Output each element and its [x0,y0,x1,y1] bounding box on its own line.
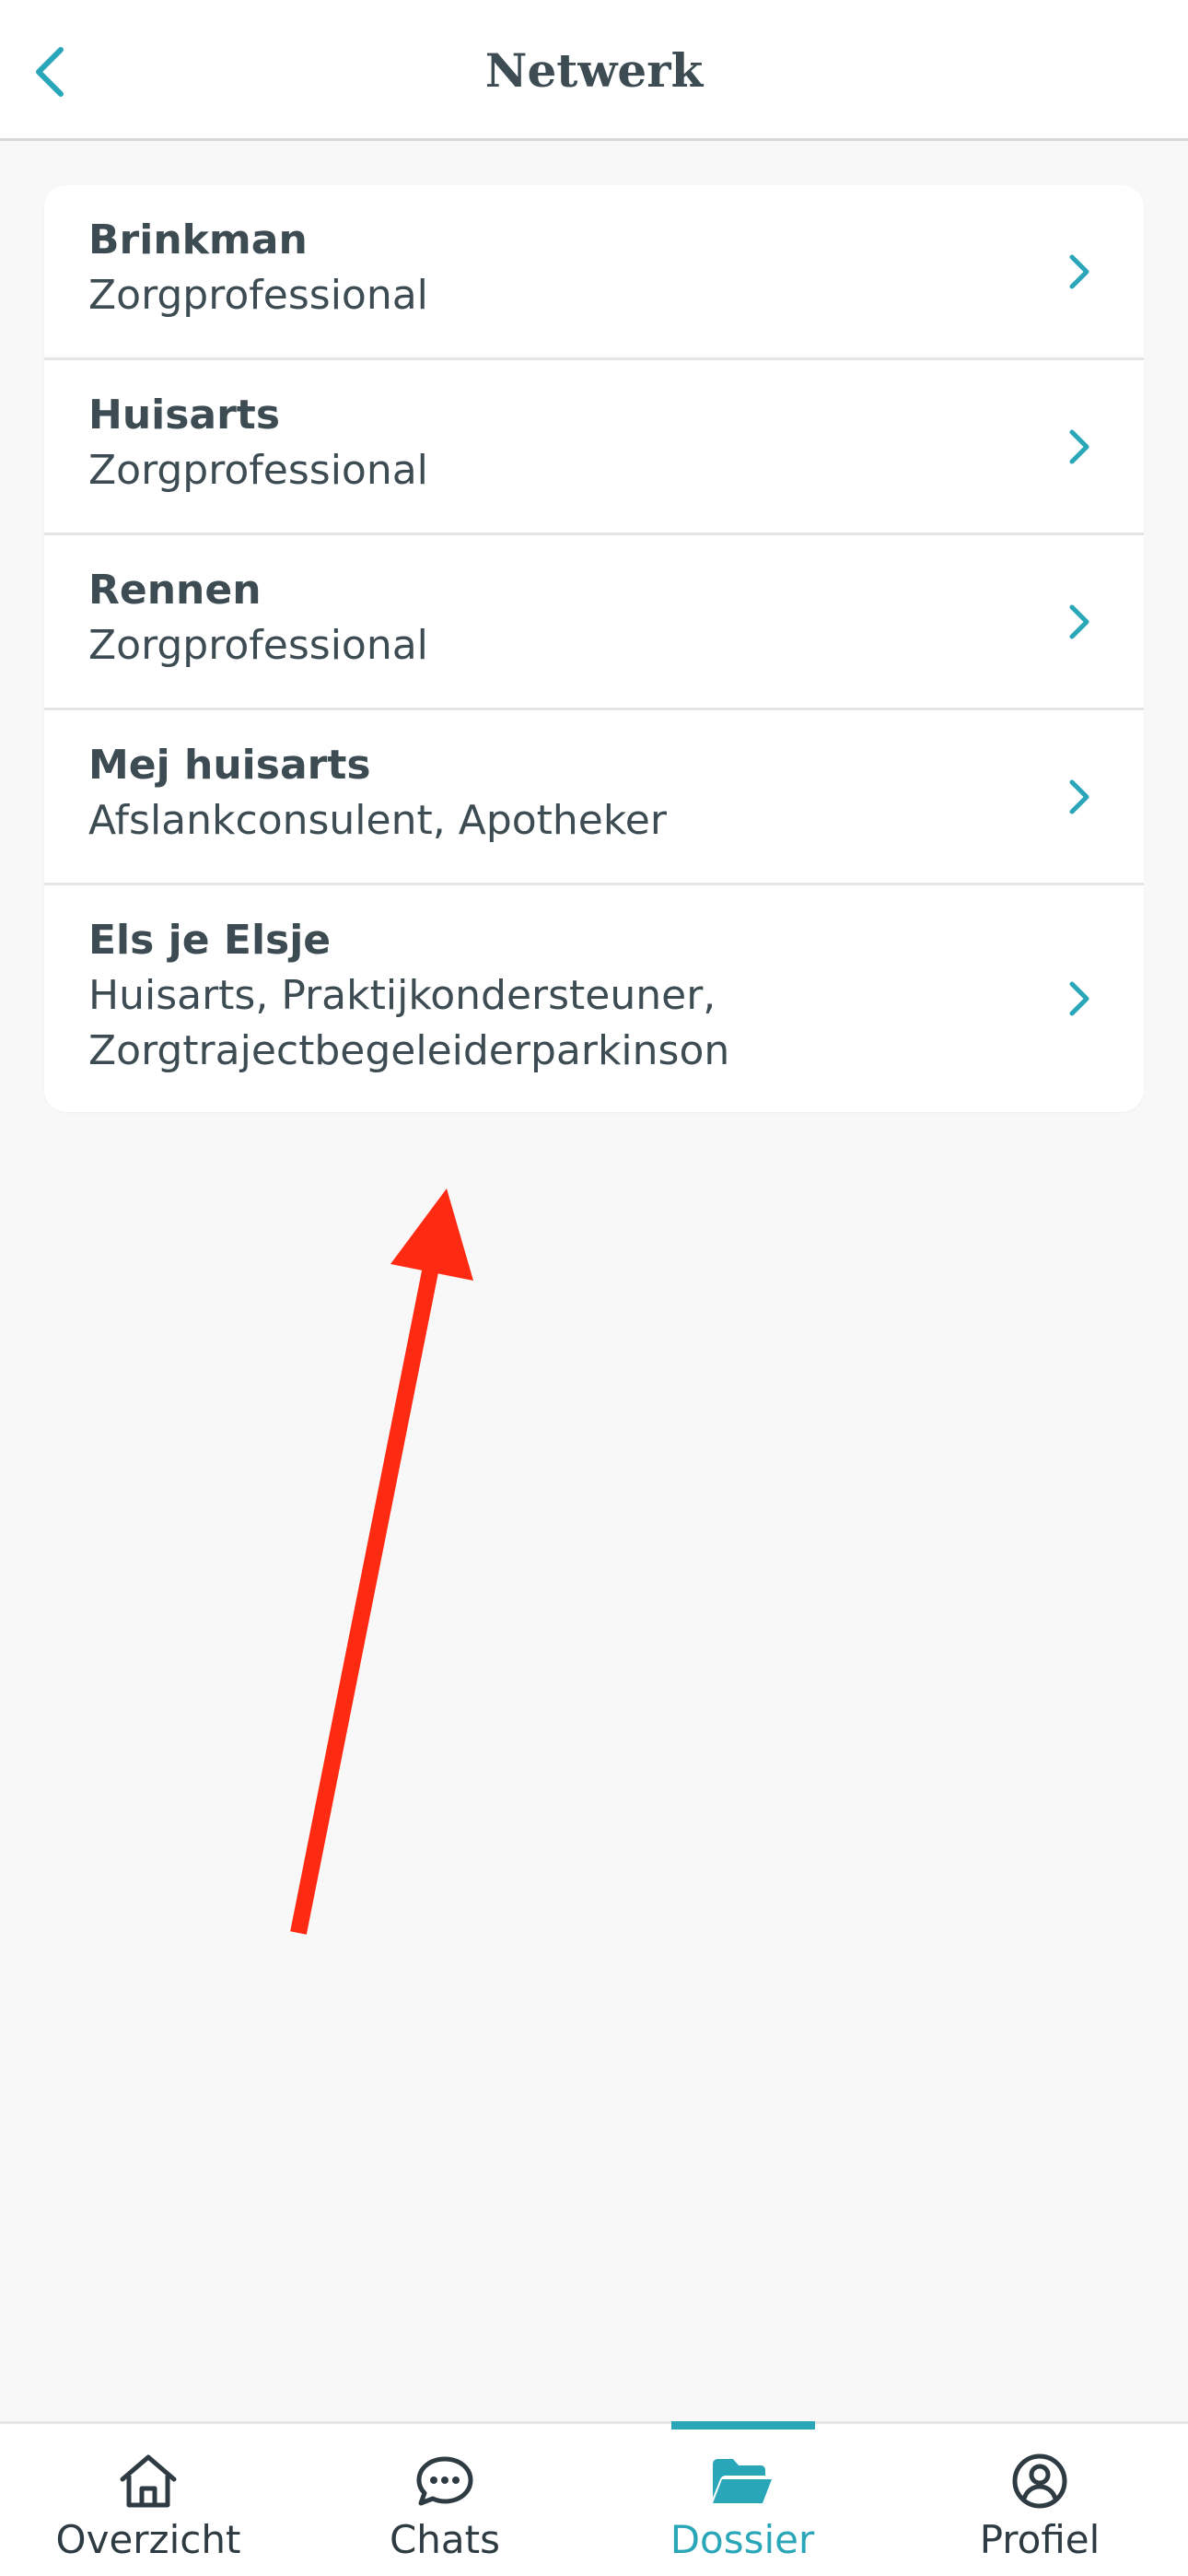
chevron-right-icon [1061,425,1098,469]
contact-name: Huisarts [88,392,281,439]
contact-role: Zorgprofessional [88,622,428,669]
tab-chats[interactable]: Chats [297,2424,593,2576]
tab-dossier[interactable]: Dossier [594,2424,891,2576]
user-circle-icon [1007,2452,1073,2511]
folder-open-icon [709,2452,775,2511]
list-item[interactable]: Rennen Zorgprofessional [44,535,1144,710]
list-item[interactable]: Huisarts Zorgprofessional [44,360,1144,535]
chevron-right-icon [1061,250,1098,294]
chevron-right-icon [1061,775,1098,819]
list-item[interactable]: Brinkman Zorgprofessional [44,185,1144,360]
tab-label: Profiel [979,2517,1101,2562]
network-list: Brinkman Zorgprofessional Huisarts Zorgp… [44,185,1144,1112]
tab-label: Chats [389,2517,501,2562]
tab-overzicht[interactable]: Overzicht [0,2424,297,2576]
contact-role: Zorgprofessional [88,272,428,319]
list-item[interactable]: Mej huisarts Afslankconsulent, Apotheker [44,710,1144,885]
bottom-tab-bar: Overzicht Chats Dossier Profiel [0,2421,1188,2576]
tab-label: Dossier [670,2517,815,2562]
chevron-right-icon [1061,977,1098,1021]
top-bar: Netwerk [0,0,1188,141]
contact-role: Zorgprofessional [88,447,428,494]
page-title: Netwerk [484,43,704,98]
chat-bubble-icon [412,2452,478,2511]
list-item[interactable]: Els je Elsje Huisarts, Praktijkondersteu… [44,885,1144,1112]
tab-label: Overzicht [55,2517,241,2562]
contact-role: Afslankconsulent, Apotheker [88,797,667,844]
chevron-right-icon [1061,600,1098,644]
tab-profiel[interactable]: Profiel [891,2424,1188,2576]
home-icon [115,2452,181,2511]
contact-name: Mej huisarts [88,742,371,789]
contact-name: Brinkman [88,217,308,263]
contact-name: Rennen [88,567,262,614]
contact-role: Huisarts, Praktijkondersteuner, Zorgtraj… [88,972,730,1074]
contact-name: Els je Elsje [88,917,332,964]
